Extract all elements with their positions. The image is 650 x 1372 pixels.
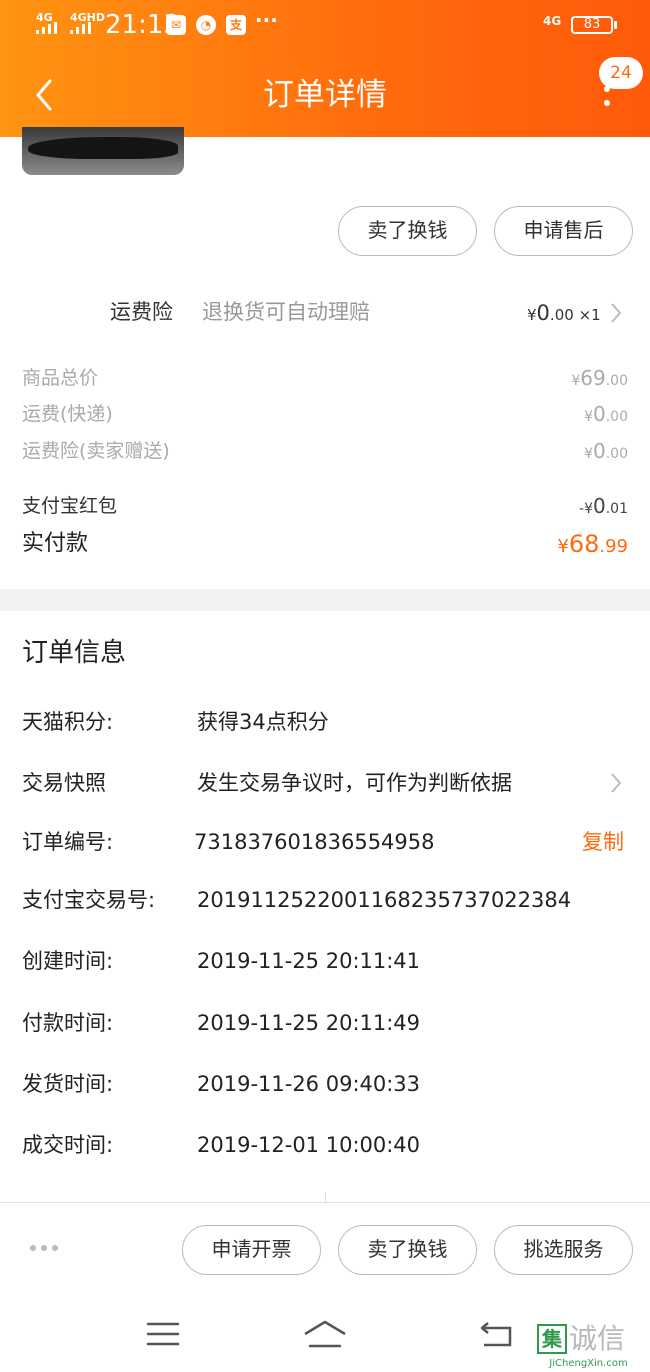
points-label: 天猫积分: — [22, 710, 114, 734]
created-time-label: 创建时间: — [22, 949, 114, 973]
snapshot-label[interactable]: 交易快照 — [22, 768, 106, 798]
paid-amount-value: ¥68.99 — [557, 530, 628, 558]
shipping-fee-value: ¥0.00 — [584, 402, 628, 426]
created-time-value: 2019-11-25 20:11:41 — [197, 949, 421, 973]
alipay-icon: 支 — [226, 15, 246, 35]
paid-amount-label: 实付款 — [22, 531, 89, 556]
watermark-text: 诚信 — [569, 1322, 626, 1355]
notification-more-icon: ··· — [255, 8, 278, 32]
home-nav-icon[interactable] — [302, 1318, 348, 1350]
redpacket-value: -¥0.01 — [579, 494, 628, 518]
shipped-time-label: 发货时间: — [22, 1072, 114, 1096]
signal-bars-icon — [36, 22, 62, 34]
site-watermark-logo: 集 诚信 JiChengXin.com — [527, 1318, 650, 1372]
message-count-badge[interactable]: 24 — [599, 57, 643, 89]
goods-total-label: 商品总价 — [22, 367, 99, 389]
apply-invoice-button[interactable]: 申请开票 — [182, 1225, 321, 1275]
shipping-insurance-desc: 退换货可自动理赔 — [202, 300, 370, 324]
shipped-time-value: 2019-11-26 09:40:33 — [197, 1072, 421, 1096]
shipping-fee-label: 运费(快递) — [22, 403, 113, 425]
chevron-right-icon[interactable] — [609, 302, 623, 324]
back-nav-icon[interactable] — [478, 1318, 514, 1350]
shipping-insurance-label: 运费险 — [110, 300, 173, 324]
more-actions-button[interactable] — [30, 1245, 60, 1255]
alipay-trade-value: 2019112522001168235737022384 — [197, 888, 572, 912]
redpacket-label: 支付宝红包 — [22, 495, 118, 517]
battery-icon: 83 — [571, 16, 613, 34]
page-title: 订单详情 — [263, 77, 387, 113]
shipping-insurance-price: ¥0.00 ×1 — [527, 301, 601, 325]
order-number-value: 731837601836554958 — [194, 830, 435, 854]
snapshot-value[interactable]: 发生交易争议时，可作为判断依据 — [197, 768, 512, 798]
product-image[interactable] — [22, 127, 184, 175]
speed-icon: ◔ — [196, 15, 216, 35]
more-menu-button[interactable] — [596, 86, 618, 120]
snapshot-chevron-icon[interactable] — [609, 772, 623, 794]
sell-button[interactable]: 卖了换钱 — [338, 206, 477, 256]
closed-time-value: 2019-12-01 10:00:40 — [197, 1133, 421, 1157]
watermark-url: JiChengXin.com — [549, 1358, 628, 1369]
copy-order-number-button[interactable]: 复制 — [582, 827, 624, 857]
battery-tip — [614, 21, 617, 29]
closed-time-label: 成交时间: — [22, 1133, 114, 1157]
menu-nav-icon[interactable] — [146, 1320, 180, 1348]
order-info-title: 订单信息 — [22, 638, 127, 668]
paid-time-label: 付款时间: — [22, 1011, 114, 1035]
goods-total-value: ¥69.00 — [571, 366, 628, 390]
alipay-trade-label: 支付宝交易号: — [22, 888, 156, 912]
choose-services-button[interactable]: 挑选服务 — [494, 1225, 633, 1275]
status-bar: 4G 4GHD 21:13 ✉ ◔ 支 ··· 4G 83 — [0, 0, 650, 52]
paid-time-value: 2019-11-25 20:11:49 — [197, 1011, 421, 1035]
insurance-fee-label: 运费险(卖家赠送) — [22, 440, 170, 462]
points-value: 获得34点积分 — [197, 710, 329, 734]
action-bar-border — [0, 1202, 650, 1203]
after-sale-button[interactable]: 申请售后 — [494, 206, 633, 256]
section-divider — [0, 589, 650, 611]
shoe-shape — [28, 137, 178, 159]
message-icon: ✉ — [166, 15, 186, 35]
watermark-glyph: 集 — [537, 1324, 567, 1354]
network-label: 4G — [543, 14, 562, 28]
insurance-fee-value: ¥0.00 — [584, 439, 628, 463]
order-number-label: 订单编号: — [22, 830, 114, 854]
app-header: 4G 4GHD 21:13 ✉ ◔ 支 ··· 4G 83 订单详情 24 — [0, 0, 650, 137]
signal-bars-icon-2 — [70, 22, 96, 34]
sell-for-cash-button[interactable]: 卖了换钱 — [338, 1225, 477, 1275]
tab-separator — [325, 1193, 326, 1202]
